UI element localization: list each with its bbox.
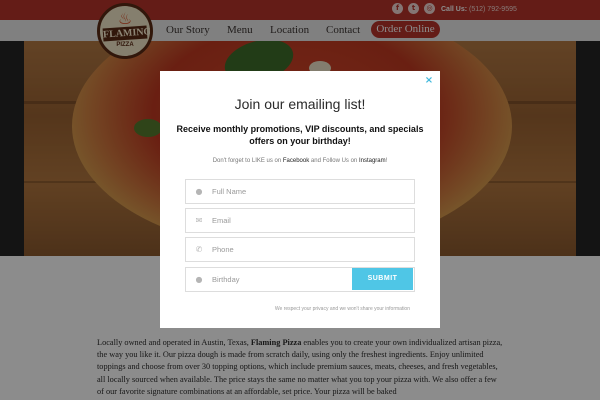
user-icon: ● bbox=[195, 187, 203, 196]
phone-field: ✆ bbox=[185, 237, 415, 262]
modal-note: Don't forget to LIKE us on Facebook and … bbox=[160, 157, 440, 165]
phone-icon: ✆ bbox=[195, 245, 203, 254]
user-icon: ● bbox=[195, 275, 203, 284]
full-name-input[interactable] bbox=[212, 181, 402, 202]
newsletter-modal: × Join our emailing list! Receive monthl… bbox=[160, 71, 440, 328]
note-text: and Follow Us on bbox=[309, 158, 359, 164]
phone-input[interactable] bbox=[212, 239, 402, 260]
email-field: ✉ bbox=[185, 208, 415, 233]
submit-button[interactable]: SUBMIT bbox=[352, 268, 413, 290]
modal-title: Join our emailing list! bbox=[234, 96, 366, 112]
instagram-link[interactable]: Instagram bbox=[359, 158, 386, 164]
envelope-icon: ✉ bbox=[195, 216, 203, 225]
full-name-field: ● bbox=[185, 179, 415, 204]
modal-subtitle: Receive monthly promotions, VIP discount… bbox=[176, 124, 424, 146]
note-text: Don't forget to LIKE us on bbox=[212, 158, 283, 164]
email-input[interactable] bbox=[212, 210, 402, 231]
note-text: ! bbox=[385, 158, 388, 164]
facebook-link[interactable]: Facebook bbox=[283, 158, 309, 164]
close-icon[interactable]: × bbox=[424, 76, 434, 86]
privacy-note: We respect your privacy and we won't sha… bbox=[274, 306, 410, 312]
birthday-input[interactable] bbox=[212, 269, 342, 290]
